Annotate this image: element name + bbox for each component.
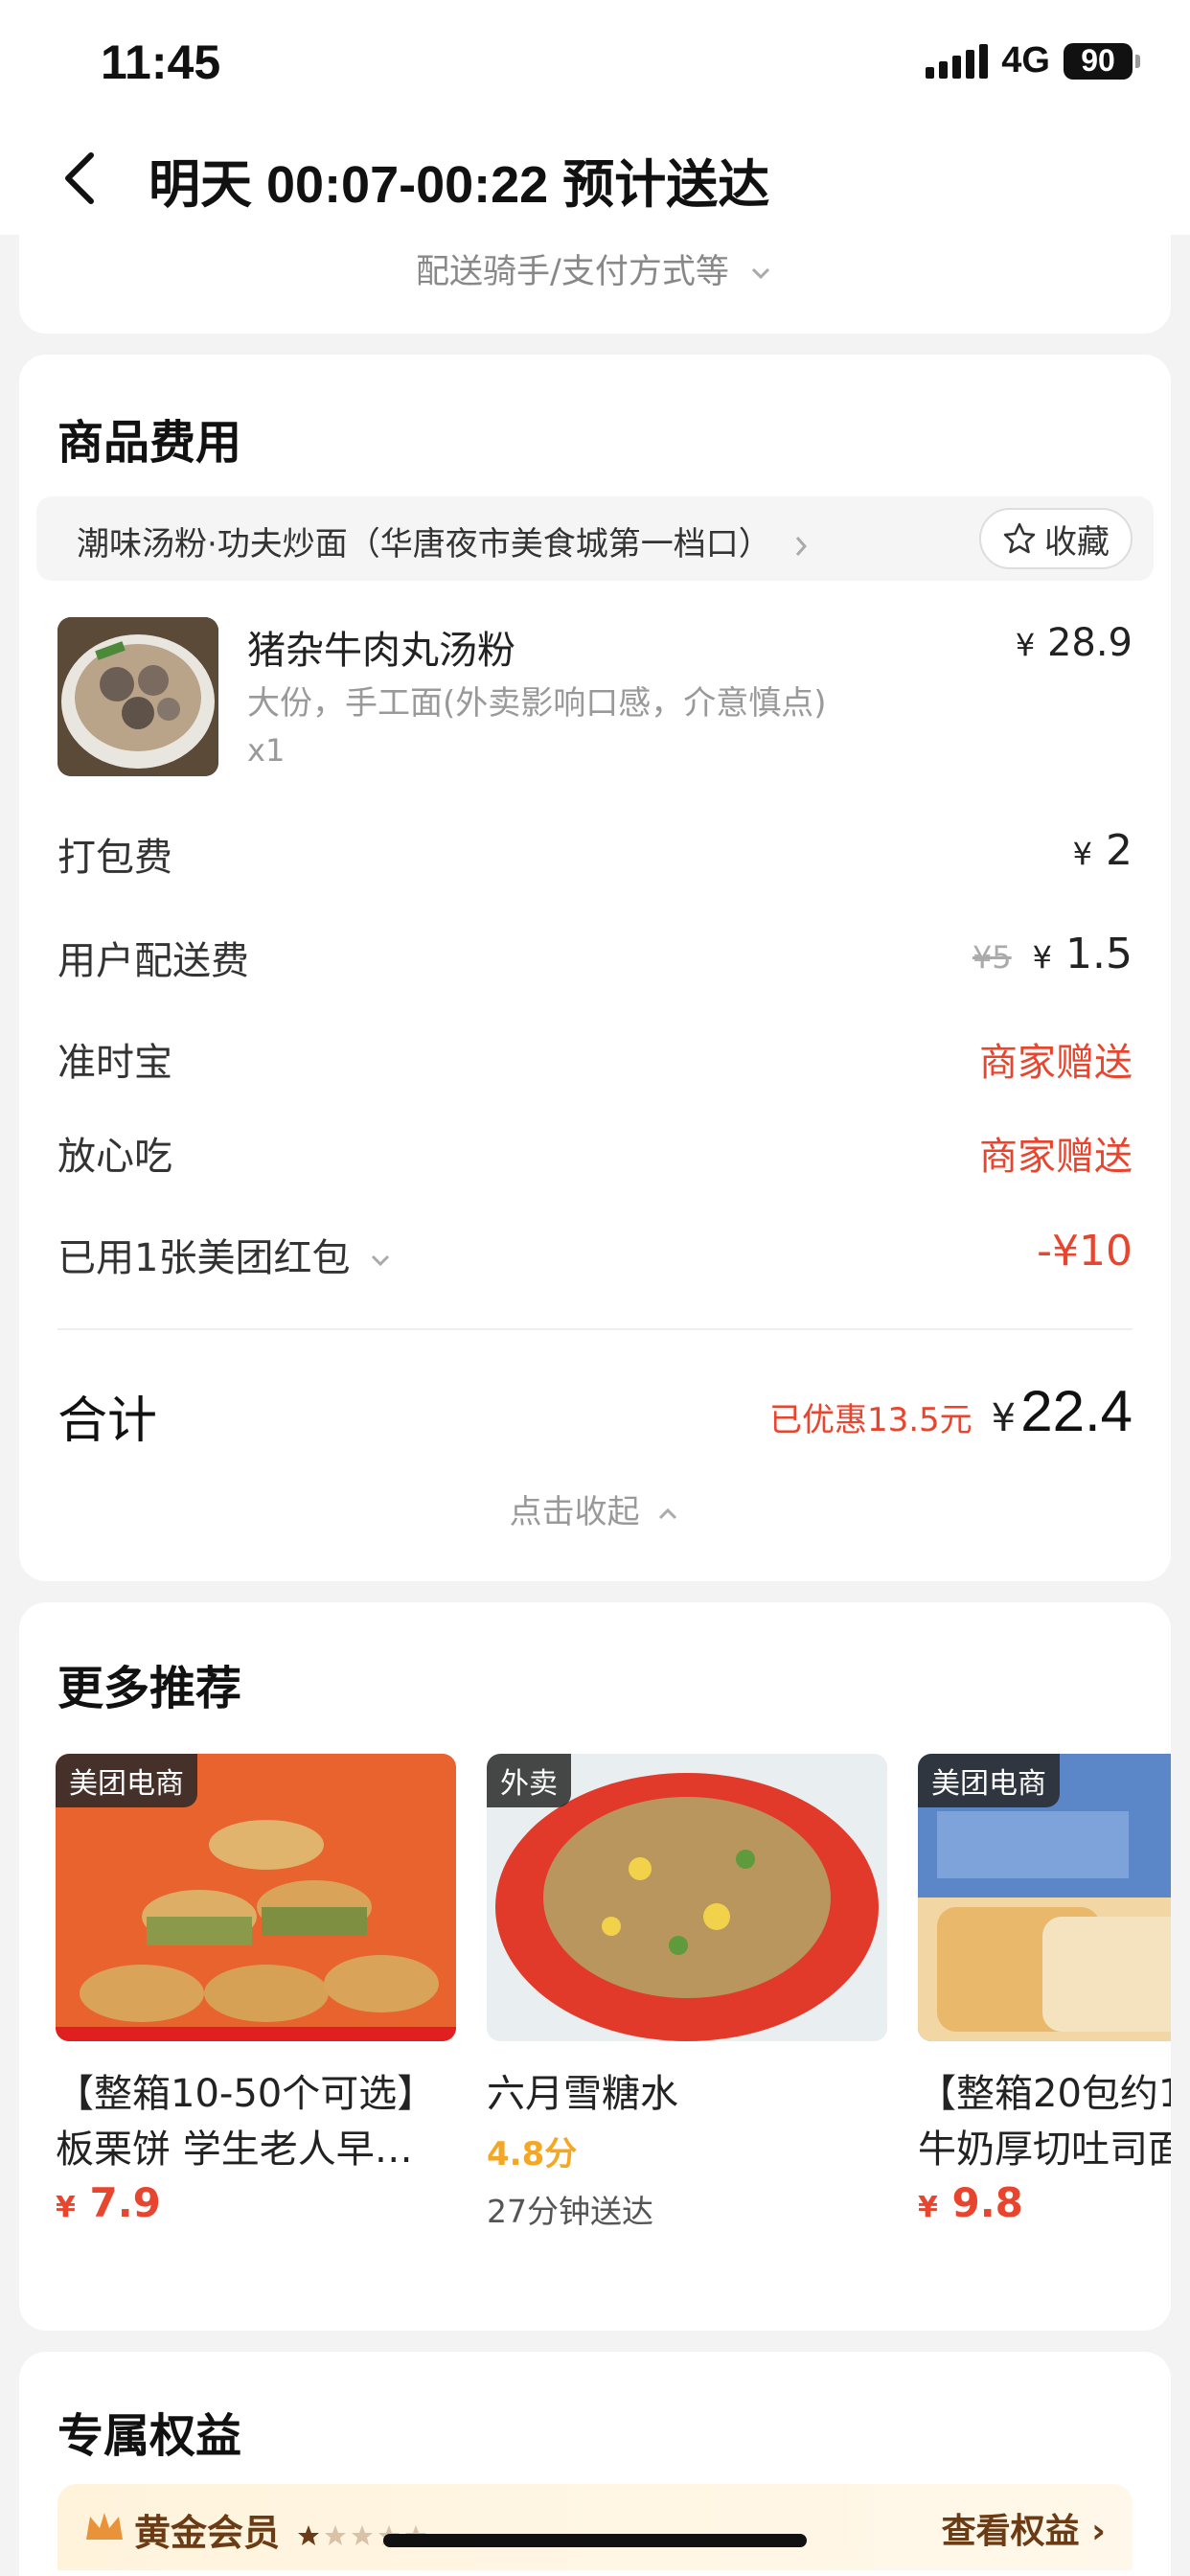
product-quantity: x1 [247,732,286,769]
delivery-details-toggle[interactable]: 配送骑手/支付方式等 [19,244,1171,293]
fold-label: 点击收起 [509,1493,640,1531]
gold-member-row[interactable]: 黄金会员 查看权益 › [57,2484,1133,2570]
fee-label: 准时宝 [57,1041,172,1085]
total-label: 合计 [57,1392,158,1450]
home-indicator [383,2534,807,2547]
fee-value: 商家赠送 [979,1135,1133,1179]
recommend-price: ¥ 9.8 [918,2179,1171,2226]
recommend-title-line2: 牛奶厚切吐司面 [918,2128,1171,2172]
currency-symbol: ¥ [991,1396,1017,1440]
total-amount: 已优惠13.5元 ¥ 22.4 [769,1378,1133,1444]
fold-button[interactable]: 点击收起 [19,1485,1171,1532]
fee-label: 打包费 [57,836,172,880]
recommend-eta: 27分钟送达 [487,2193,653,2230]
fee-card: 商品费用 潮味汤粉·功夫炒面（华唐夜市美食城第一档口） 收藏 猪杂牛肉丸汤粉 大… [19,355,1171,1581]
favorite-button[interactable]: 收藏 [979,508,1133,569]
currency-symbol: ¥ [1072,836,1092,872]
shop-row[interactable]: 潮味汤粉·功夫炒面（华唐夜市美食城第一档口） 收藏 [36,496,1154,581]
fee-section-title: 商品费用 [57,416,242,470]
fee-label: 用户配送费 [57,939,249,983]
recommend-title-line1: 六月雪糖水 [487,2072,678,2116]
currency-symbol: ¥ [918,2191,938,2224]
recommend-image: 美团电商 [918,1754,1171,2041]
product-image[interactable] [57,617,218,776]
star-outline-icon [1003,522,1036,554]
product-name: 猪杂牛肉丸汤粉 [247,629,515,673]
packing-fee-row: 打包费 ¥ 2 [57,826,1133,884]
recommend-rating: 4.8分 [487,2135,578,2174]
delivery-fee-row: 用户配送费 ¥5 ¥ 1.5 [57,930,1133,987]
fee-value: ¥5 ¥ 1.5 [973,930,1133,978]
coupon-value: -¥10 [1037,1227,1133,1276]
product-price: ¥ 28.9 [1016,621,1133,665]
divider [57,1328,1133,1330]
total-value: 22.4 [1020,1379,1133,1443]
original-fee: ¥5 [972,939,1012,976]
view-benefits-link[interactable]: 查看权益 › [942,2503,1106,2553]
crown-icon [86,2513,123,2540]
network-type: 4G [1001,40,1050,80]
fee-amount: 1.5 [1065,930,1133,978]
ontime-guarantee-row: 准时宝 商家赠送 [57,1031,1133,1089]
fee-label: 放心吃 [57,1135,172,1179]
recommend-tag: 美团电商 [56,1754,197,1807]
product-price-value: 28.9 [1046,621,1133,665]
recommend-price: ¥ 7.9 [56,2179,456,2226]
recommend-card: 更多推荐 美团电商 【整箱10-50个可选】 板栗饼 学生老人早… ¥ 7.9 [19,1602,1171,2331]
recommend-tag: 外卖 [487,1754,571,1807]
recommend-item[interactable]: 美团电商 【整箱10-50个可选】 板栗饼 学生老人早… ¥ 7.9 [56,1754,456,2226]
recommend-title: 更多推荐 [57,1662,242,1715]
recommend-title-line1: 【整箱20包约1 [918,2072,1171,2116]
fee-label: 已用1张美团红包 [57,1227,393,1282]
signal-icon [926,43,989,79]
recommend-price-value: 7.9 [89,2179,161,2226]
page-title: 明天 00:07-00:22 预计送达 [149,156,770,214]
member-label: 黄金会员 [134,2512,281,2554]
favorite-label: 收藏 [1044,522,1110,562]
recommend-image: 外卖 [487,1754,887,2041]
battery-icon: 90 [1064,42,1140,80]
delivery-details-label: 配送骑手/支付方式等 [416,253,729,291]
gold-member-label: 黄金会员 [134,2503,430,2556]
chevron-down-icon [372,1254,390,1267]
fee-value: 商家赠送 [979,1041,1133,1085]
delivery-card: 配送骑手/支付方式等 [19,230,1171,334]
food-safety-row: 放心吃 商家赠送 [57,1125,1133,1183]
chevron-right-icon [795,536,807,556]
coupon-label: 已用1张美团红包 [57,1236,351,1280]
shop-name: 潮味汤粉·功夫炒面（华唐夜市美食城第一档口） [77,518,812,564]
status-bar: 11:45 4G 90 [0,0,1190,125]
status-time: 11:45 [101,35,221,89]
benefits-title: 专属权益 [57,2409,242,2463]
fee-value: ¥ 2 [1073,826,1133,875]
fee-amount: 2 [1106,826,1133,875]
currency-symbol: ¥ [1032,939,1053,976]
recommend-image: 美团电商 [56,1754,456,2041]
recommend-price-value: 9.8 [951,2179,1023,2226]
chevron-down-icon [751,267,770,280]
battery-level: 90 [1081,43,1115,78]
recommend-item[interactable]: 美团电商 【整箱20包约1 牛奶厚切吐司面 ¥ 9.8 [918,1754,1171,2226]
total-price: ¥ 22.4 [992,1378,1133,1444]
product-spec: 大份，手工面(外卖影响口感，介意慎点) [247,684,827,723]
discount-text: 已优惠13.5元 [768,1401,973,1439]
back-button[interactable] [53,144,110,211]
recommend-title-line2: 板栗饼 学生老人早… [56,2128,413,2172]
recommend-item[interactable]: 外卖 六月雪糖水 4.8分 27分钟送达 [487,1754,887,2232]
status-indicators: 4G 90 [926,40,1140,81]
shop-name-text: 潮味汤粉·功夫炒面（华唐夜市美食城第一档口） [77,525,771,564]
coupon-row[interactable]: 已用1张美团红包 -¥10 [57,1227,1133,1284]
recommend-title-line1: 【整箱10-50个可选】 [56,2072,436,2116]
chevron-left-icon [65,152,94,204]
currency-symbol: ¥ [1015,627,1036,663]
chevron-up-icon [659,1507,677,1519]
recommend-tag: 美团电商 [918,1754,1060,1807]
noodle-soup-image [57,617,218,776]
currency-symbol: ¥ [56,2191,76,2224]
nav-bar: 明天 00:07-00:22 预计送达 [0,125,1190,235]
